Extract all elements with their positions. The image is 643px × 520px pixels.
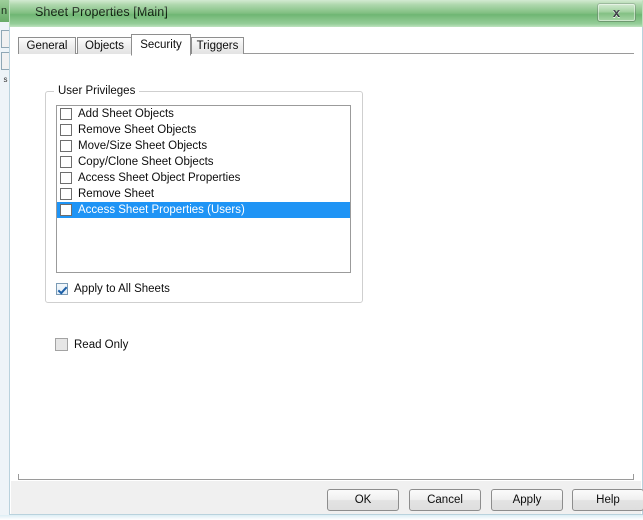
close-button[interactable]: x — [597, 3, 636, 22]
dialog-client-area: General Objects Security Triggers User P… — [9, 27, 643, 515]
sheet-properties-dialog: Sheet Properties [Main] x General Object… — [9, 0, 643, 515]
tab-security[interactable]: Security — [131, 34, 191, 56]
cancel-button[interactable]: Cancel — [409, 489, 481, 511]
list-item-label: Copy/Clone Sheet Objects — [78, 156, 214, 168]
checkbox-read-only — [55, 338, 68, 351]
checkmark-icon — [56, 283, 68, 295]
tab-triggers[interactable]: Triggers — [191, 37, 244, 55]
tab-general[interactable]: General — [18, 37, 76, 55]
user-privileges-listbox[interactable]: Add Sheet Objects Remove Sheet Objects M… — [56, 105, 351, 273]
security-tab-panel: User Privileges Add Sheet Objects Remove… — [18, 54, 634, 474]
list-item-label: Access Sheet Object Properties — [78, 172, 241, 184]
list-item-label: Remove Sheet — [78, 188, 155, 200]
apply-to-all-sheets-label: Apply to All Sheets — [74, 283, 170, 295]
apply-button[interactable]: Apply — [491, 489, 563, 511]
dialog-title: Sheet Properties [Main] — [35, 5, 168, 19]
list-item[interactable]: Remove Sheet Objects — [57, 122, 350, 138]
list-item[interactable]: Add Sheet Objects — [57, 106, 350, 122]
list-item[interactable]: Remove Sheet — [57, 186, 350, 202]
desktop-background-strip — [0, 515, 643, 520]
dialog-footer: OK Cancel Apply Help — [11, 481, 643, 514]
user-privileges-group: User Privileges Add Sheet Objects Remove… — [45, 85, 363, 303]
list-item[interactable]: Access Sheet Object Properties — [57, 170, 350, 186]
screen: n s Sheet Properties [Main] x General Ob… — [0, 0, 643, 520]
tabstrip: General Objects Security Triggers — [18, 34, 634, 56]
checkbox-add-sheet-objects[interactable] — [60, 108, 72, 120]
list-item[interactable]: Move/Size Sheet Objects — [57, 138, 350, 154]
list-item-label: Move/Size Sheet Objects — [78, 140, 208, 152]
checkbox-remove-sheet-objects[interactable] — [60, 124, 72, 136]
help-button[interactable]: Help — [572, 489, 643, 511]
close-icon: x — [612, 5, 621, 20]
checkbox-access-sheet-properties-users[interactable] — [60, 204, 72, 216]
list-item-label: Access Sheet Properties (Users) — [78, 204, 245, 216]
checkbox-access-sheet-object-properties[interactable] — [60, 172, 72, 184]
ok-button[interactable]: OK — [327, 489, 399, 511]
tab-objects[interactable]: Objects — [77, 37, 132, 55]
list-item-label: Remove Sheet Objects — [78, 124, 197, 136]
checkbox-copy-clone-sheet-objects[interactable] — [60, 156, 72, 168]
checkbox-remove-sheet[interactable] — [60, 188, 72, 200]
list-item-selected[interactable]: Access Sheet Properties (Users) — [57, 202, 350, 218]
checkbox-move-size-sheet-objects[interactable] — [60, 140, 72, 152]
read-only-checkbox[interactable]: Read Only — [55, 337, 128, 353]
dialog-titlebar[interactable]: Sheet Properties [Main] x — [9, 0, 643, 27]
list-item-label: Add Sheet Objects — [78, 108, 174, 120]
read-only-label: Read Only — [74, 339, 129, 351]
list-item[interactable]: Copy/Clone Sheet Objects — [57, 154, 350, 170]
apply-to-all-sheets-checkbox[interactable]: Apply to All Sheets — [56, 281, 170, 297]
user-privileges-legend: User Privileges — [54, 85, 140, 97]
